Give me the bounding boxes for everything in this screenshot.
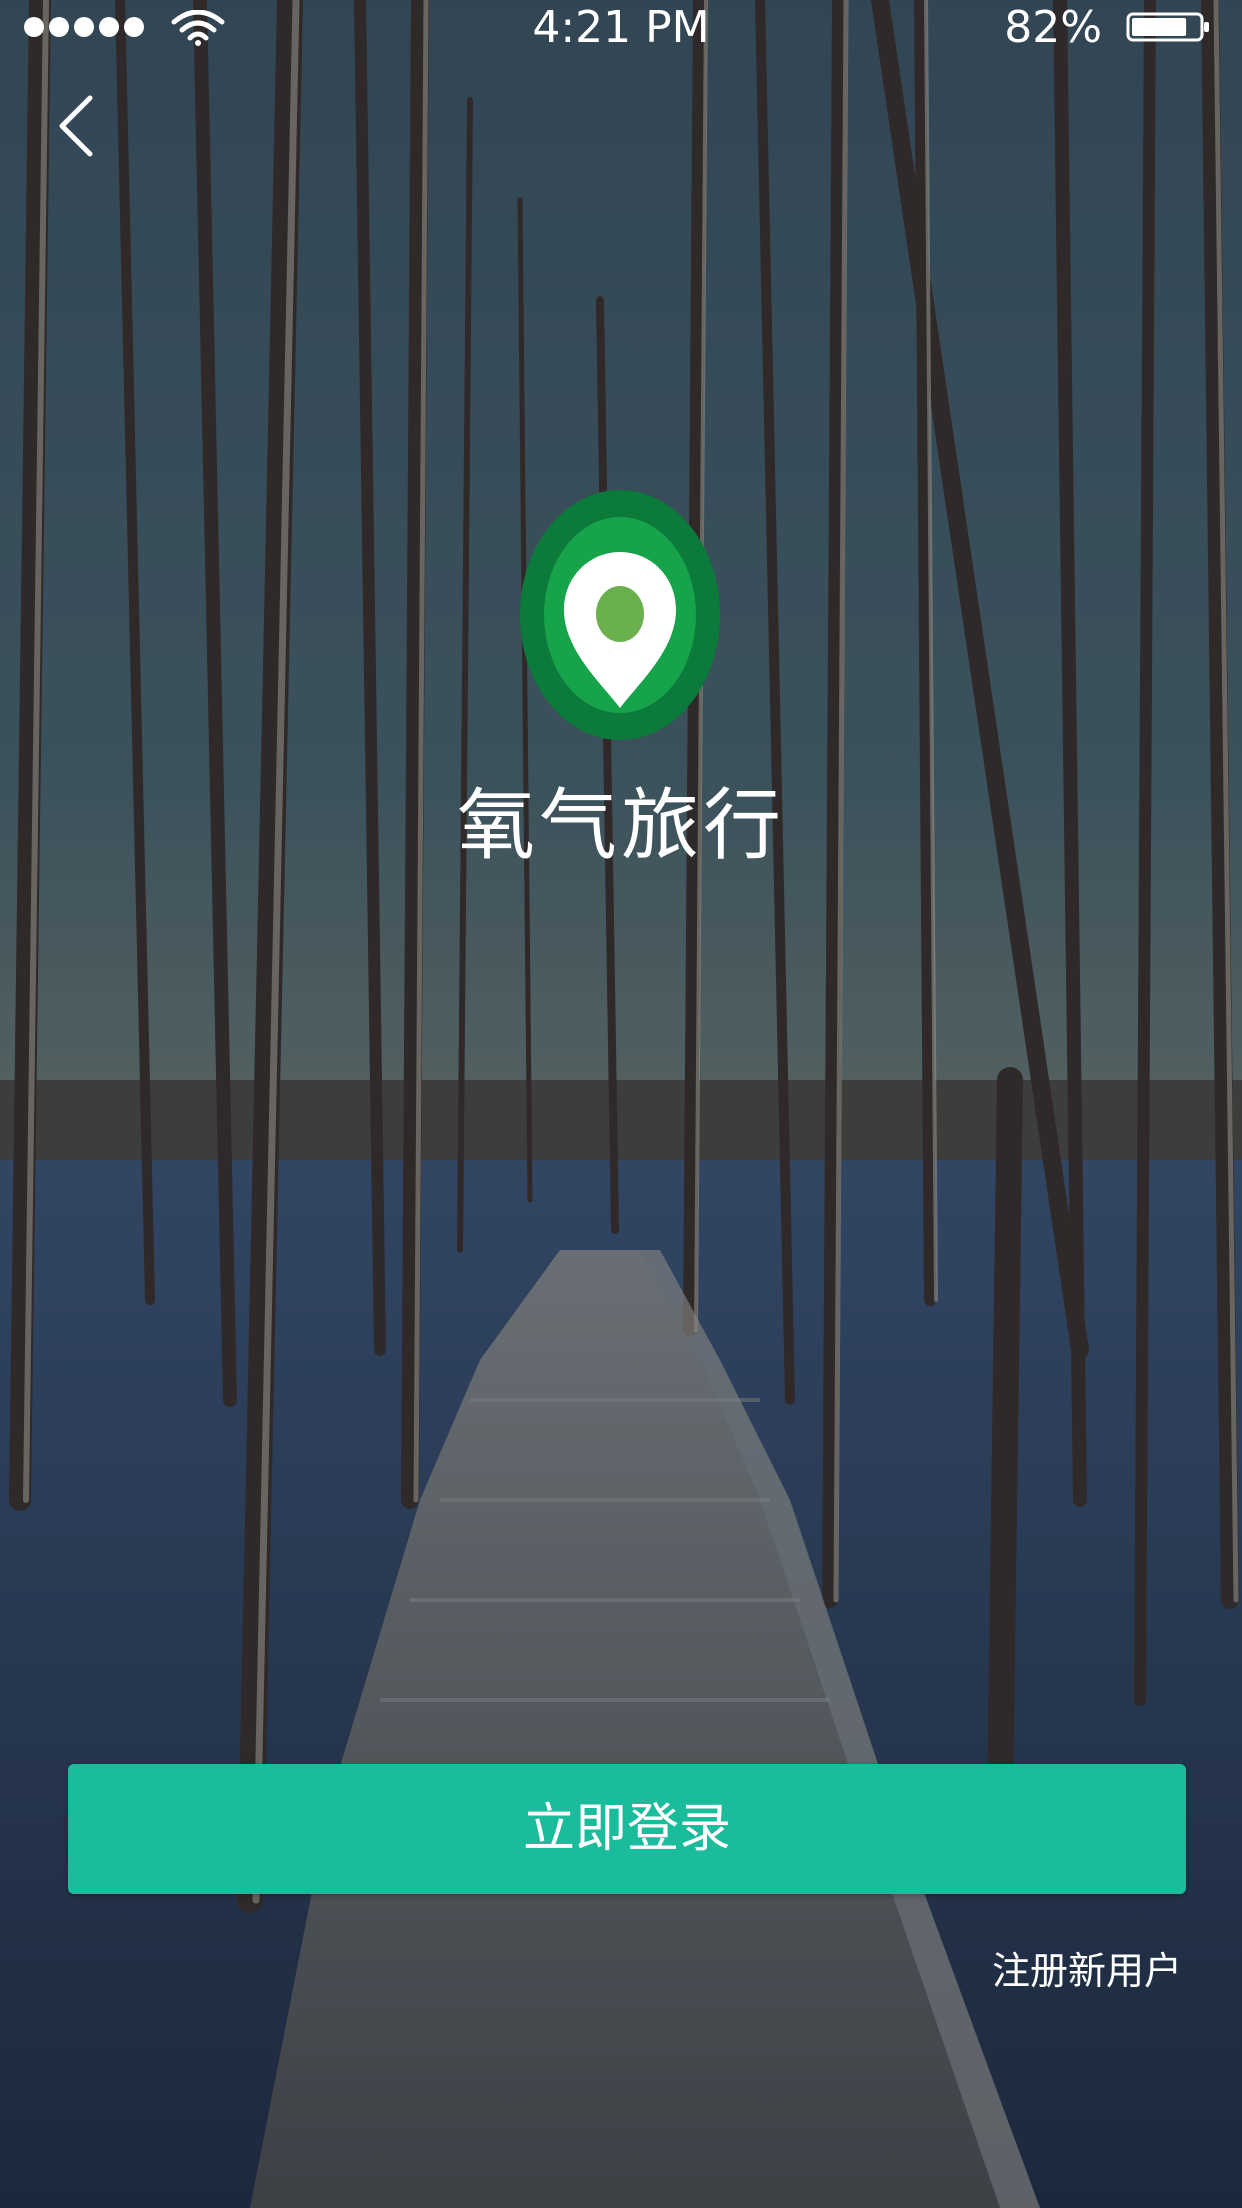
map-pin-icon [520, 490, 720, 740]
register-link[interactable]: 注册新用户 [992, 1946, 1182, 1996]
login-screen: 4:21 PM 82% 氧气旅行 立即登录 注册新用户 [0, 0, 1242, 2208]
battery-percent: 82% [1004, 2, 1102, 53]
chevron-left-icon [59, 95, 93, 157]
battery-icon [1126, 12, 1209, 42]
status-bar: 4:21 PM 82% [0, 0, 1242, 56]
login-button[interactable]: 立即登录 [68, 1764, 1186, 1894]
back-button[interactable] [52, 92, 100, 160]
app-title: 氧气旅行 [456, 781, 785, 871]
